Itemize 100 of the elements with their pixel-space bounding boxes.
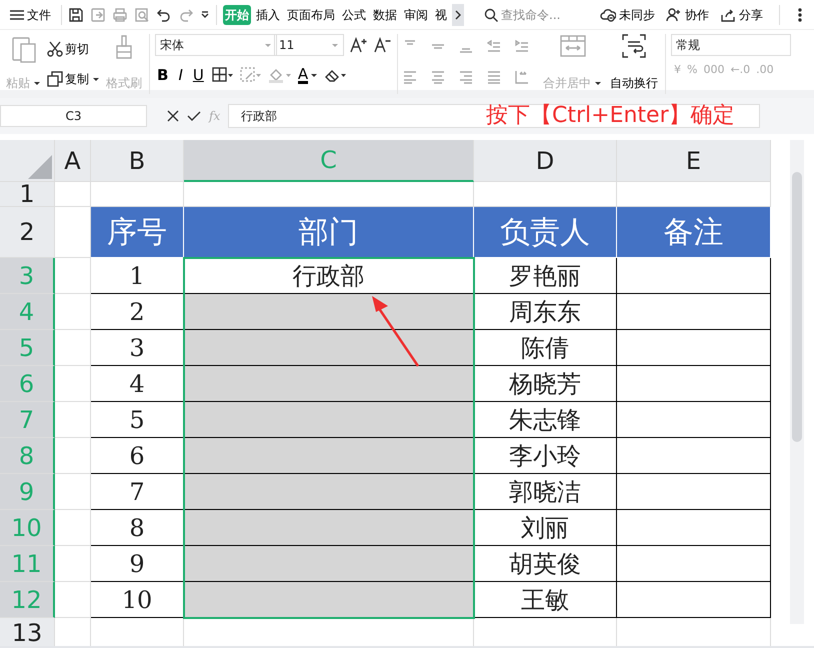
wrap-text-button[interactable]: 自动换行 bbox=[608, 34, 660, 92]
redo-icon[interactable] bbox=[178, 6, 194, 22]
print-icon[interactable] bbox=[112, 6, 128, 22]
select-all-corner[interactable] bbox=[0, 140, 55, 182]
merge-cells-icon bbox=[558, 34, 586, 58]
confirm-icon[interactable] bbox=[187, 110, 201, 122]
grid-cell bbox=[55, 330, 91, 366]
cut-button[interactable]: 剪切 bbox=[47, 40, 100, 58]
corner-triangle-icon bbox=[26, 153, 54, 181]
file-menu-button[interactable]: 文件 bbox=[6, 6, 55, 24]
caret-icon bbox=[331, 42, 339, 48]
caret-icon bbox=[310, 72, 318, 78]
table-cell: 李小玲 bbox=[474, 438, 617, 474]
table-header-cell: 部门 bbox=[184, 207, 474, 258]
dropdown-icon[interactable] bbox=[200, 10, 210, 20]
increase-font-icon[interactable] bbox=[350, 37, 368, 53]
fill-bucket-icon[interactable] bbox=[268, 67, 292, 83]
table-cell: 9 bbox=[91, 546, 184, 582]
table-cell: 朱志锋 bbox=[474, 402, 617, 438]
ribbon-tab[interactable]: 公式 bbox=[340, 4, 368, 24]
save-icon[interactable] bbox=[68, 6, 84, 22]
table-cell: 4 bbox=[91, 366, 184, 402]
cloud-icon bbox=[600, 6, 616, 22]
column-header[interactable]: B bbox=[91, 140, 184, 182]
table-cell: 王敏 bbox=[474, 582, 617, 618]
toolbar-button[interactable]: 分享 bbox=[716, 6, 767, 24]
table-header-cell: 负责人 bbox=[474, 207, 617, 258]
bold-button[interactable]: B bbox=[155, 66, 170, 84]
decrease-font-icon[interactable] bbox=[374, 37, 392, 53]
italic-button[interactable]: I bbox=[176, 66, 185, 84]
table-cell: 8 bbox=[91, 510, 184, 546]
table-cell: 2 bbox=[91, 294, 184, 330]
search-field[interactable]: 查找命令... bbox=[484, 6, 584, 24]
scrollbar-thumb[interactable] bbox=[792, 172, 802, 442]
export-icon[interactable] bbox=[90, 6, 106, 22]
copy-button[interactable]: 复制 bbox=[47, 70, 100, 88]
annotation-text: 按下【Ctrl+Enter】确定 bbox=[486, 102, 735, 130]
ribbon-tab[interactable]: 页面布局 bbox=[285, 4, 337, 24]
table-cell: 杨晓芳 bbox=[474, 366, 617, 402]
print-preview-icon[interactable] bbox=[134, 6, 150, 22]
caret-icon bbox=[33, 80, 41, 86]
column-header[interactable]: D bbox=[474, 140, 617, 182]
grid-cell bbox=[55, 438, 91, 474]
table-cell: 刘丽 bbox=[474, 510, 617, 546]
grid-cell bbox=[55, 366, 91, 402]
table-cell: 周东东 bbox=[474, 294, 617, 330]
grid-cell bbox=[55, 402, 91, 438]
grid-cell bbox=[55, 294, 91, 330]
table-cell: 6 bbox=[91, 438, 184, 474]
table-cell: 陈倩 bbox=[474, 330, 617, 366]
table-cell: 1 bbox=[91, 258, 184, 294]
name-box[interactable]: C3 bbox=[0, 105, 147, 127]
font-size-select[interactable]: 11 bbox=[274, 34, 344, 56]
number-format-select[interactable]: 常规 bbox=[671, 34, 791, 56]
table-cell: 3 bbox=[91, 330, 184, 366]
row-header[interactable]: 1 bbox=[0, 182, 55, 207]
ribbon-tab[interactable]: 插入 bbox=[254, 4, 282, 24]
cell-style-icon[interactable] bbox=[240, 67, 262, 83]
scissors-icon bbox=[47, 41, 63, 57]
ribbon-tab[interactable]: 数据 bbox=[371, 4, 399, 24]
caret-icon bbox=[594, 80, 602, 86]
person-add-icon bbox=[666, 6, 682, 22]
vertical-scrollbar[interactable] bbox=[790, 140, 804, 624]
cancel-icon[interactable] bbox=[167, 110, 179, 122]
table-cell: 罗艳丽 bbox=[474, 258, 617, 294]
grid-cell bbox=[55, 582, 91, 618]
grid-cell bbox=[55, 182, 91, 207]
chevron-right-icon[interactable] bbox=[452, 4, 464, 26]
font-color-button[interactable]: A bbox=[298, 66, 318, 84]
grid-cell bbox=[55, 258, 91, 294]
table-cell: 胡英俊 bbox=[474, 546, 617, 582]
table-cell: 7 bbox=[91, 474, 184, 510]
underline-button[interactable]: U bbox=[190, 66, 206, 84]
row-header[interactable]: 2 bbox=[0, 207, 55, 258]
more-icon[interactable] bbox=[798, 8, 802, 22]
table-cell: 10 bbox=[91, 582, 184, 618]
toolbar-button[interactable]: 未同步 bbox=[596, 6, 659, 24]
wrap-text-icon bbox=[622, 34, 646, 58]
caret-icon bbox=[264, 42, 272, 48]
grid-cell bbox=[55, 510, 91, 546]
column-header[interactable]: A bbox=[55, 140, 91, 182]
grid-cell bbox=[55, 546, 91, 582]
search-icon bbox=[484, 8, 498, 22]
table-cell: 5 bbox=[91, 402, 184, 438]
column-header[interactable]: E bbox=[617, 140, 771, 182]
table-header-cell: 备注 bbox=[617, 207, 771, 258]
font-name-select[interactable]: 宋体 bbox=[155, 34, 277, 56]
borders-icon[interactable] bbox=[212, 67, 234, 83]
grid-cell bbox=[55, 474, 91, 510]
undo-icon[interactable] bbox=[156, 6, 172, 22]
ribbon-tab[interactable]: 视 bbox=[433, 4, 449, 24]
table-cell: 郭晓洁 bbox=[474, 474, 617, 510]
menu-icon bbox=[10, 8, 24, 20]
row-header[interactable]: 13 bbox=[0, 618, 55, 646]
toolbar-button[interactable]: 协作 bbox=[662, 6, 713, 24]
table-header-cell: 序号 bbox=[91, 207, 184, 258]
copy-icon bbox=[47, 71, 63, 87]
share-icon bbox=[720, 6, 736, 22]
ribbon-tab[interactable]: 审阅 bbox=[402, 4, 430, 24]
caret-icon bbox=[92, 76, 100, 82]
